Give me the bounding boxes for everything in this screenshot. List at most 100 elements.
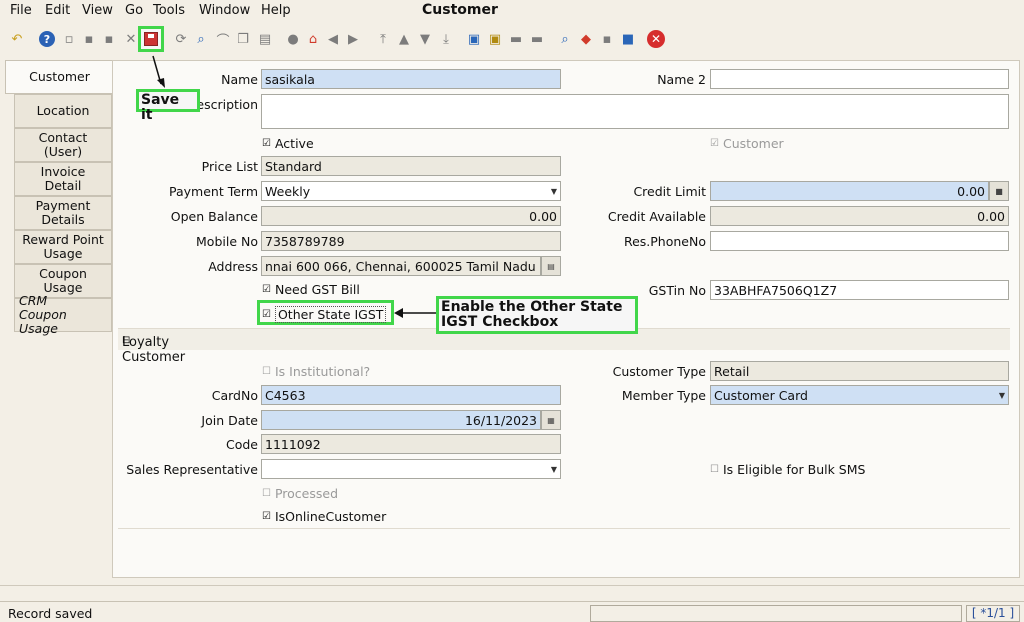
report-icon[interactable]: ▣	[465, 30, 483, 48]
copy-record-icon[interactable]: ▪	[80, 30, 98, 48]
member-type-select[interactable]: Customer Card ▼	[710, 385, 1009, 405]
menu-help[interactable]: Help	[261, 3, 291, 18]
next-record-icon[interactable]: ▼	[416, 30, 434, 48]
attachment-icon[interactable]: ⌒	[214, 30, 232, 49]
name2-input[interactable]	[710, 69, 1009, 89]
previous-record-icon[interactable]: ▲	[395, 30, 413, 48]
address-field[interactable]: nnai 600 066, Chennai, 600025 Tamil Nadu	[261, 256, 541, 276]
chevron-down-icon[interactable]: ▼	[548, 182, 560, 200]
print-preview-icon[interactable]: ▬	[507, 30, 525, 48]
mobile-no-input[interactable]: 7358789789	[261, 231, 561, 251]
description-input[interactable]	[261, 94, 1009, 129]
menu-tools[interactable]: Tools	[153, 3, 185, 18]
tab-customer[interactable]: Customer	[5, 60, 113, 94]
record-count[interactable]: [ *1/1 ]	[966, 605, 1020, 622]
chevron-down-icon[interactable]: ▼	[548, 460, 560, 478]
menu-go[interactable]: Go	[125, 3, 143, 18]
customer-type-label: Customer Type	[612, 364, 706, 379]
window-title: Customer	[422, 2, 498, 18]
is-institutional-label: Is Institutional?	[274, 364, 371, 379]
refresh-icon[interactable]: ⟳	[172, 30, 190, 48]
need-gst-checkbox[interactable]: ☑ Need GST Bill	[262, 282, 360, 297]
menu-bar: File Edit View Go Tools Window Help Cust…	[0, 0, 1024, 22]
menu-edit[interactable]: Edit	[45, 3, 70, 18]
other-state-igst-label: Other State IGST	[274, 306, 387, 323]
loyalty-customer-title: Loyalty Customer	[122, 335, 186, 365]
payment-term-value: Weekly	[265, 184, 311, 199]
help-icon[interactable]: ?	[38, 30, 56, 48]
toolbar: ↶ ? ▫ ▪ ▪ ✕ ⟳ ⌕ ⌒ ❐ ▤ ● ⌂ ◀ ▶ ⤒ ▲ ▼ ⤓ ▣ …	[0, 24, 1024, 56]
price-list-label: Price List	[201, 159, 258, 174]
res-phone-label: Res.PhoneNo	[623, 234, 706, 249]
location-icon[interactable]: ▤	[541, 256, 561, 276]
address-label: Address	[208, 259, 258, 274]
tab-location[interactable]: Location	[14, 94, 112, 128]
processed-checkbox: ☐ Processed	[262, 486, 338, 501]
save-button[interactable]	[138, 26, 164, 52]
other-state-igst-checkbox[interactable]: ☑ Other State IGST	[262, 306, 387, 323]
chevron-down-icon[interactable]: ▼	[996, 386, 1008, 404]
checkmark-icon: ☑	[262, 284, 271, 295]
request-icon[interactable]: ◆	[577, 30, 595, 48]
calendar-icon[interactable]: ▦	[541, 410, 561, 430]
join-date-input[interactable]: 16/11/2023	[261, 410, 541, 430]
tab-crm-coupon-usage-label: CRM Coupon Usage	[19, 293, 67, 336]
join-date-label: Join Date	[201, 413, 258, 428]
last-record-icon[interactable]: ⤓	[437, 30, 455, 48]
name-input[interactable]: sasikala	[261, 69, 561, 89]
save-annotation: Save it	[136, 89, 200, 123]
back-icon[interactable]: ◀	[324, 30, 342, 48]
calculator-icon[interactable]: ■	[989, 181, 1009, 201]
payment-term-select[interactable]: Weekly ▼	[261, 181, 561, 201]
first-record-icon[interactable]: ⤒	[374, 30, 392, 48]
tab-contact-user[interactable]: Contact (User)	[14, 128, 112, 162]
forward-icon[interactable]: ▶	[344, 30, 362, 48]
grid-toggle-icon[interactable]: ▤	[256, 30, 274, 48]
menu-file[interactable]: File	[10, 3, 32, 18]
res-phone-input[interactable]	[710, 231, 1009, 251]
active-label: Active	[274, 136, 314, 151]
checkbox-empty-icon: ☐	[710, 464, 719, 475]
undo-icon[interactable]: ↶	[8, 30, 26, 48]
customer-type-field: Retail	[710, 361, 1009, 381]
price-list-field[interactable]: Standard	[261, 156, 561, 176]
print-icon[interactable]: ▬	[528, 30, 546, 48]
workflow-icon[interactable]: ▪	[598, 30, 616, 48]
archive-icon[interactable]: ▣	[486, 30, 504, 48]
delete-icon[interactable]: ▪	[100, 30, 118, 48]
status-bar: Record saved [ *1/1 ]	[0, 601, 1024, 622]
payment-term-label: Payment Term	[169, 184, 258, 199]
menu-view[interactable]: View	[82, 3, 113, 18]
tab-payment-details[interactable]: Payment Details	[14, 196, 112, 230]
zoom-across-icon[interactable]: ⌕	[556, 30, 574, 48]
gstin-input[interactable]: 33ABHFA7506Q1Z7	[710, 280, 1009, 300]
status-message: Record saved	[8, 606, 93, 621]
new-record-icon[interactable]: ▫	[60, 30, 78, 48]
bulk-sms-checkbox[interactable]: ☐ Is Eligible for Bulk SMS	[710, 462, 865, 477]
credit-available-label: Credit Available	[607, 209, 706, 224]
checkbox-empty-icon: ☐	[262, 366, 271, 377]
product-info-icon[interactable]: ■	[619, 30, 637, 48]
bulk-sms-label: Is Eligible for Bulk SMS	[722, 462, 866, 477]
history-icon[interactable]: ❐	[234, 30, 252, 48]
close-window-icon[interactable]: ✕	[647, 30, 665, 48]
home-icon[interactable]: ⌂	[304, 30, 322, 48]
tab-invoice-detail[interactable]: Invoice Detail	[14, 162, 112, 196]
divider	[118, 528, 1010, 529]
sales-rep-select[interactable]: ▼	[261, 459, 561, 479]
tab-customer-label: Customer	[29, 69, 90, 84]
tab-reward-point-usage[interactable]: Reward Point Usage	[14, 230, 112, 264]
mobile-no-label: Mobile No	[196, 234, 258, 249]
online-customer-checkbox[interactable]: ☑ IsOnlineCustomer	[262, 509, 386, 524]
active-checkbox[interactable]: ☑ Active	[262, 136, 314, 151]
credit-limit-input[interactable]: 0.00	[710, 181, 989, 201]
checkmark-icon: ☑	[262, 138, 271, 149]
find-icon[interactable]: ⌕	[192, 30, 210, 48]
menu-window[interactable]: Window	[199, 3, 250, 18]
sales-rep-label: Sales Representative	[126, 462, 258, 477]
igst-annotation: Enable the Other State IGST Checkbox	[436, 296, 638, 334]
parent-record-icon[interactable]: ●	[284, 30, 302, 48]
cardno-input[interactable]: C4563	[261, 385, 561, 405]
tab-crm-coupon-usage[interactable]: CRM Coupon Usage	[14, 294, 112, 336]
member-type-value: Customer Card	[714, 388, 808, 403]
